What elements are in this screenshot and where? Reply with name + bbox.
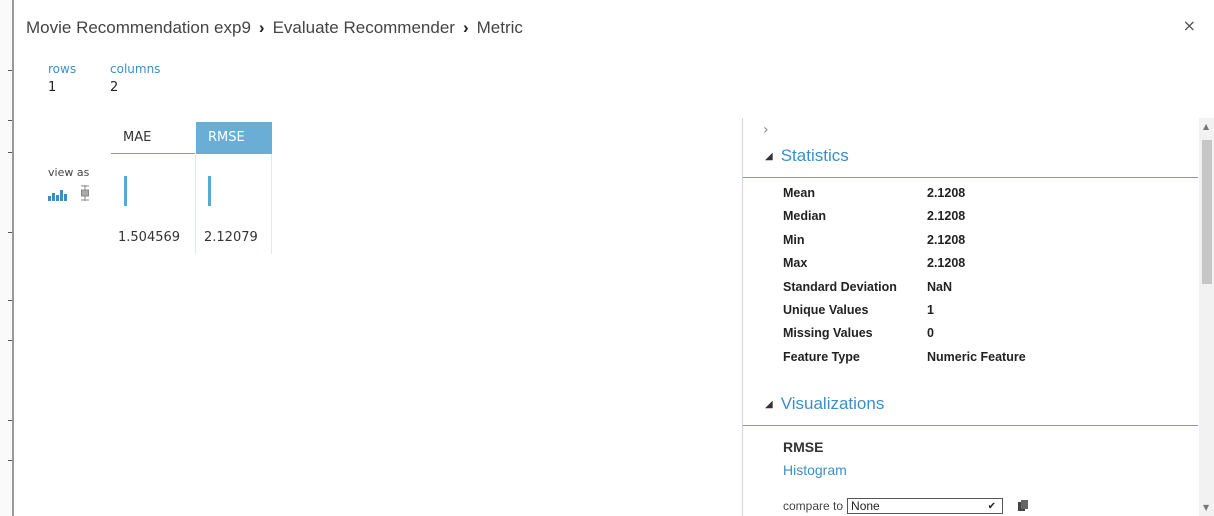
breadcrumb: Movie Recommendation exp9 › Evaluate Recom… [26, 18, 523, 38]
column-divider [271, 154, 272, 254]
stat-value: NaN [927, 279, 953, 294]
statistics-list: Mean 2.1208 Median 2.1208 Min 2.1208 Max 2.1… [783, 186, 1026, 373]
stat-label: Standard Deviation [783, 279, 897, 294]
boxplot-view-icon[interactable] [80, 185, 90, 201]
stat-label: Missing Values [783, 326, 873, 341]
stat-row: Feature Type Numeric Feature [783, 350, 1026, 373]
triangle-down-icon: ◢ [765, 399, 773, 410]
column-header-mae[interactable]: MAE [111, 122, 195, 154]
stat-value: 0 [927, 326, 934, 341]
panel-scrollbar[interactable]: ▲ ▼ [1199, 118, 1214, 516]
compare-to-select[interactable]: None ✔ [847, 498, 1004, 514]
stat-label: Median [783, 209, 827, 224]
cell-mae-value[interactable]: 1.504569 [118, 230, 180, 245]
copy-icon[interactable] [1017, 500, 1029, 512]
compare-to-label: compare to [783, 499, 844, 513]
rmse-mini-histogram[interactable] [208, 176, 211, 206]
stat-label: Mean [783, 186, 815, 200]
stat-label: Feature Type [783, 349, 860, 364]
stat-label: Unique Values [783, 302, 869, 317]
compare-to-selected-value: None [851, 499, 880, 513]
stat-label: Min [783, 232, 805, 247]
visualizations-section-header[interactable]: ◢ Visualizations [765, 394, 884, 414]
visualization-column-name: RMSE [783, 439, 824, 455]
histogram-link[interactable]: Histogram [783, 462, 847, 478]
column-header-rmse[interactable]: RMSE [196, 122, 272, 154]
column-divider [195, 154, 196, 254]
column-details-panel: › ◢ Statistics Mean 2.1208 Median 2.1208 Mi… [742, 118, 1214, 516]
stat-value: 2.1208 [927, 256, 966, 271]
stat-row: Mean 2.1208 [783, 186, 1026, 209]
stat-value: 2.1208 [927, 186, 966, 200]
stat-row: Standard Deviation NaN [783, 280, 1026, 303]
stat-row: Min 2.1208 [783, 233, 1026, 256]
cell-rmse-value[interactable]: 2.12079 [204, 230, 258, 245]
statistics-section-header[interactable]: ◢ Statistics [765, 146, 849, 166]
compare-to-control: compare to None ✔ [783, 498, 1029, 514]
triangle-down-icon: ◢ [765, 151, 773, 162]
columns-label: columns [110, 62, 161, 76]
scrollbar-thumb[interactable] [1202, 140, 1212, 284]
stat-row: Median 2.1208 [783, 209, 1026, 232]
stat-label: Max [783, 256, 808, 271]
visualizations-title: Visualizations [780, 394, 885, 413]
view-as-label: view as [48, 166, 90, 179]
chevron-right-icon: › [258, 18, 265, 37]
left-edge-bar [0, 0, 14, 516]
breadcrumb-item-port: Metric [476, 18, 523, 37]
rows-value: 1 [48, 80, 57, 95]
scroll-up-icon[interactable]: ▲ [1203, 122, 1209, 131]
stat-row: Missing Values 0 [783, 326, 1026, 349]
stat-value: Numeric Feature [927, 349, 1026, 364]
rows-label: rows [48, 62, 77, 76]
view-as-control: view as [48, 166, 90, 201]
stat-value: 2.1208 [927, 232, 966, 247]
mae-mini-histogram[interactable] [124, 176, 127, 206]
statistics-title: Statistics [780, 146, 849, 165]
close-icon[interactable]: × [1183, 16, 1196, 35]
scroll-down-icon[interactable]: ▼ [1203, 503, 1209, 512]
breadcrumb-item-experiment[interactable]: Movie Recommendation exp9 [26, 18, 251, 37]
stat-row: Unique Values 1 [783, 303, 1026, 326]
chevron-right-icon: › [462, 18, 469, 37]
section-divider [743, 177, 1198, 178]
breadcrumb-item-module[interactable]: Evaluate Recommender [273, 18, 455, 37]
stat-value: 2.1208 [927, 209, 966, 224]
chevron-down-icon: ✔ [987, 500, 997, 512]
histogram-view-icon[interactable] [48, 190, 70, 201]
stat-row: Max 2.1208 [783, 256, 1026, 279]
stat-value: 1 [927, 302, 934, 317]
expand-panel-chevron-icon[interactable]: › [763, 122, 769, 138]
columns-count: columns 2 [110, 62, 160, 95]
section-divider [743, 425, 1198, 426]
columns-value: 2 [110, 80, 119, 95]
rows-count: rows 1 [48, 62, 76, 95]
